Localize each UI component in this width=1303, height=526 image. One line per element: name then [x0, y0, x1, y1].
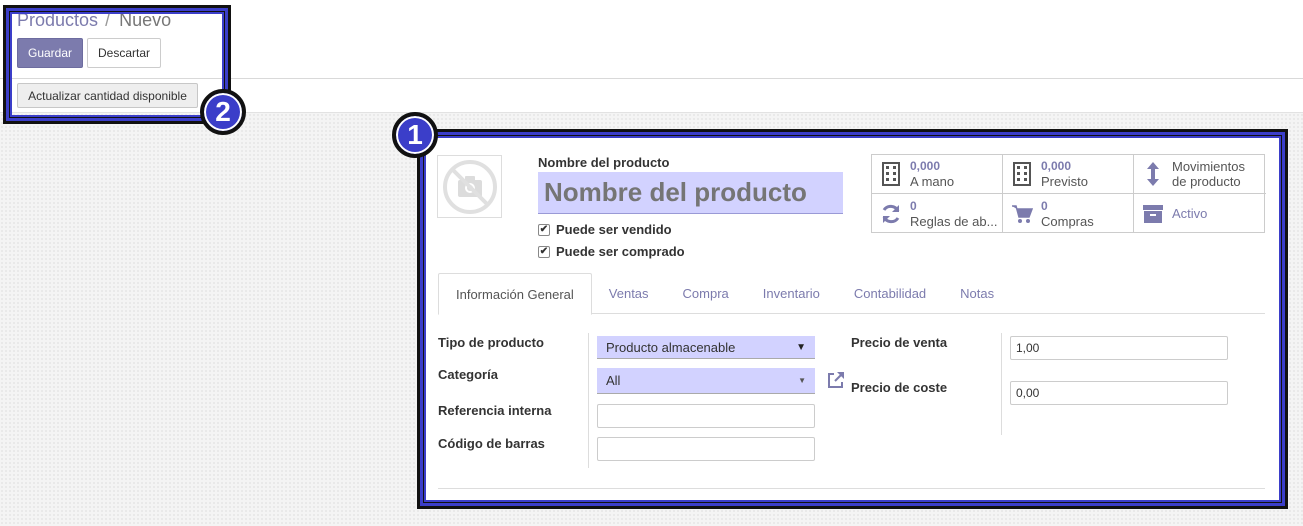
annotation-highlight-1: [417, 129, 1288, 509]
annotation-badge-2: 2: [200, 89, 246, 135]
annotation-highlight-2: [3, 5, 231, 124]
annotation-badge-1: 1: [392, 112, 438, 158]
